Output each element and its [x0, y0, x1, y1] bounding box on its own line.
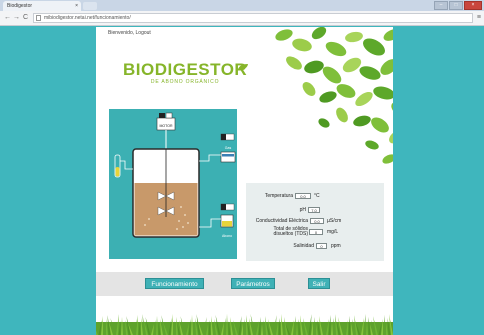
- salinity-value: 0: [316, 243, 327, 249]
- logout-link[interactable]: Logout: [136, 30, 151, 36]
- temperature-label: Temperatura: [264, 193, 293, 199]
- browser-toolbar: ← → C mibiodigestor.netai.net/funcionami…: [0, 11, 484, 26]
- salir-button[interactable]: Salir: [308, 278, 330, 289]
- greeting-label: Bienvenido,: [108, 30, 136, 36]
- grass-illustration: [96, 314, 393, 335]
- logo-title: BIODIGESTOR: [123, 60, 248, 79]
- window-controls: – □ ×: [434, 1, 482, 10]
- tab-title: Biodigestor: [7, 3, 33, 9]
- minimize-button[interactable]: –: [434, 1, 448, 10]
- maximize-button[interactable]: □: [449, 1, 463, 10]
- tds-label: Total de sólidos disueltos (TDS): [246, 227, 308, 237]
- ph-value: 7.0: [308, 207, 320, 213]
- salinity-row: Salinidad 0 ppm: [246, 243, 384, 253]
- button-bar: Funcionamiento Parámetros Salir: [96, 272, 393, 296]
- page-container: Bienvenido, Logout BIODIGESTOR DE ABONO …: [96, 27, 393, 335]
- salinity-label: Salinidad: [293, 243, 314, 249]
- leaf-icon: [238, 64, 248, 70]
- page-icon: [36, 15, 41, 21]
- motor-indicator: [159, 113, 165, 118]
- ph-row: pH 7.0: [246, 207, 384, 217]
- browser-titlebar: Biodigestor × – □ ×: [0, 0, 484, 11]
- back-button[interactable]: ←: [4, 14, 11, 22]
- new-tab-button[interactable]: [83, 2, 97, 10]
- tab-close-icon[interactable]: ×: [75, 1, 78, 11]
- browser-tab[interactable]: Biodigestor ×: [3, 1, 81, 11]
- tds-value: 0: [309, 229, 323, 235]
- browser-menu-button[interactable]: ≡: [477, 14, 481, 22]
- leaves-illustration: [275, 27, 393, 164]
- motor-label: MOTOR: [160, 124, 173, 128]
- salinity-unit: ppm: [331, 243, 341, 249]
- logo: BIODIGESTOR DE ABONO ORGÁNICO: [123, 60, 248, 85]
- welcome-text: Bienvenido, Logout: [108, 30, 151, 36]
- gas-label: Gas: [225, 146, 232, 150]
- effluent-label: Abono: [222, 234, 232, 238]
- temperature-row: Temperatura 0.0 °C: [246, 193, 384, 203]
- temperature-value: 0.0: [295, 193, 311, 199]
- gas-gauge: [220, 151, 236, 163]
- close-window-button[interactable]: ×: [464, 1, 482, 10]
- address-bar[interactable]: mibiodigestor.netai.net/funcionamiento/: [33, 13, 473, 23]
- tds-label-line2: disueltos (TDS): [273, 231, 308, 237]
- funcionamiento-button[interactable]: Funcionamiento: [145, 278, 204, 289]
- temperature-unit: °C: [314, 193, 320, 199]
- parametros-button[interactable]: Parámetros: [231, 278, 275, 289]
- tds-unit: mg/L: [327, 229, 339, 235]
- ph-label: pH: [299, 207, 306, 213]
- parameters-panel: Temperatura 0.0 °C pH 7.0 Conductividad …: [246, 183, 384, 261]
- tds-row: Total de sólidos disueltos (TDS) 0 mg/L: [246, 227, 384, 241]
- biodigester-diagram: MOTOR Gas Abono: [109, 109, 237, 259]
- reload-button[interactable]: C: [23, 14, 28, 22]
- forward-button[interactable]: →: [13, 14, 20, 22]
- url-text: mibiodigestor.netai.net/funcionamiento/: [44, 15, 131, 21]
- conductivity-value: 0.0: [310, 218, 324, 224]
- conductivity-unit: µS/cm: [327, 218, 342, 224]
- conductivity-label: Conductividad Eléctrica: [255, 218, 308, 224]
